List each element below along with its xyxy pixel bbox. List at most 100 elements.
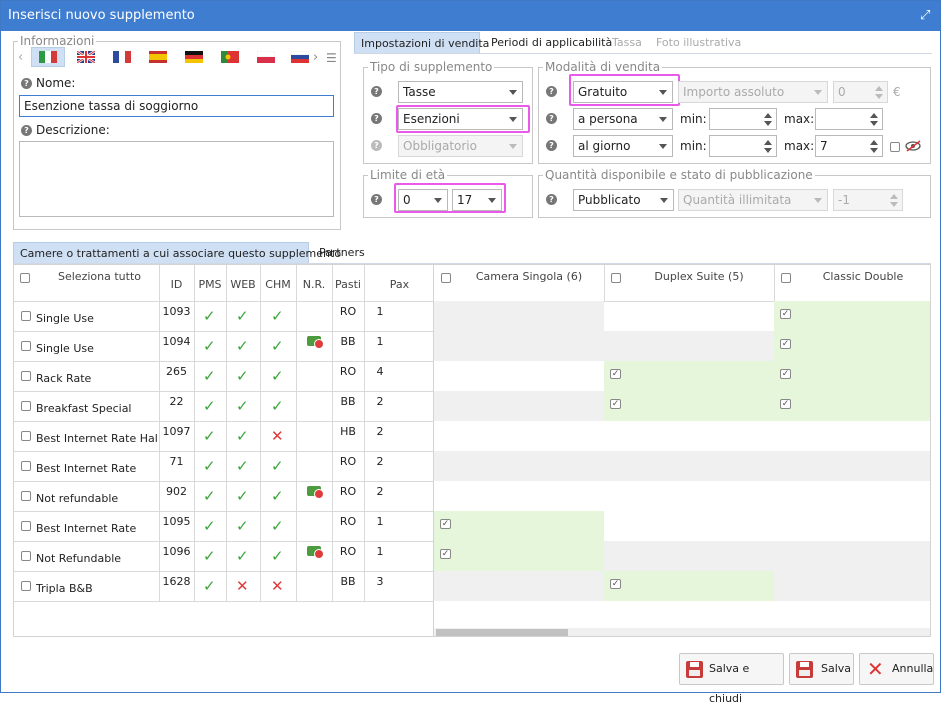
spin-up-icon[interactable] — [764, 113, 772, 118]
select-all-checkbox[interactable] — [20, 273, 30, 283]
min-giorno-input[interactable] — [709, 135, 777, 157]
spin-up-icon[interactable] — [870, 113, 878, 118]
amount-input[interactable]: 0 — [833, 81, 888, 103]
tab-camere[interactable]: Camere o trattamenti a cui associare que… — [13, 242, 341, 263]
persona-select[interactable]: a persona — [573, 108, 673, 130]
esenzioni-help-icon[interactable]: ? — [371, 113, 382, 124]
max-persona-input[interactable] — [815, 108, 883, 130]
spin-down-icon[interactable] — [870, 148, 878, 153]
room-cell-selected — [774, 331, 930, 361]
quantita-legend: Quantità disponibile e stato di pubblica… — [545, 168, 813, 182]
quantita-help-icon[interactable]: ? — [546, 194, 557, 205]
quantita-input[interactable]: -1 — [833, 189, 903, 211]
persona-help-icon[interactable]: ? — [546, 113, 557, 124]
cancel-button[interactable]: ✕ Annulla — [859, 653, 934, 685]
importo-select[interactable]: Importo assoluto — [678, 81, 828, 103]
column-divider — [226, 265, 227, 601]
spin-down-icon[interactable] — [870, 121, 878, 126]
spin-up-icon[interactable] — [764, 140, 772, 145]
list-icon[interactable]: ☰ — [326, 51, 337, 65]
row-checkbox[interactable] — [21, 341, 31, 351]
pubblicato-select[interactable]: Pubblicato — [573, 189, 674, 211]
checked-checkbox[interactable]: ✓ — [780, 369, 791, 379]
row-checkbox[interactable] — [21, 551, 31, 561]
check-icon: ✓ — [236, 427, 249, 445]
dialog-window: Inserisci nuovo supplemento ⤢ Informazio… — [0, 0, 941, 705]
min-persona-input[interactable] — [709, 108, 777, 130]
spin-down-icon[interactable] — [890, 202, 898, 207]
giorno-select[interactable]: al giorno — [573, 135, 673, 157]
checked-checkbox[interactable]: ✓ — [610, 369, 621, 379]
scrollbar-thumb[interactable] — [436, 629, 568, 636]
horizontal-scrollbar[interactable] — [434, 628, 930, 636]
row-checkbox[interactable] — [21, 491, 31, 501]
tab-partners[interactable]: Partners — [313, 242, 371, 263]
modalita-legend: Modalità di vendita — [545, 60, 661, 74]
next-language-icon[interactable]: › — [313, 50, 318, 65]
checked-checkbox[interactable]: ✓ — [610, 399, 621, 409]
room-select-checkbox[interactable] — [781, 273, 791, 283]
check-icon: ✓ — [203, 307, 216, 325]
save-close-button[interactable]: Salva e chiudi — [679, 653, 784, 705]
row-checkbox[interactable] — [21, 461, 31, 471]
expand-icon[interactable]: ⤢ — [920, 9, 934, 23]
russian-flag-icon[interactable] — [290, 50, 310, 63]
spanish-flag-icon[interactable] — [149, 51, 167, 63]
spin-down-icon[interactable] — [764, 148, 772, 153]
obbligatorio-select[interactable]: Obbligatorio — [398, 135, 523, 157]
row-checkbox[interactable] — [21, 401, 31, 411]
checked-checkbox[interactable]: ✓ — [610, 579, 621, 589]
spin-up-icon[interactable] — [890, 194, 898, 199]
name-input[interactable]: Esenzione tassa di soggiorno — [19, 95, 334, 117]
eta-help-icon[interactable]: ? — [371, 194, 382, 205]
german-flag-icon[interactable] — [185, 51, 203, 63]
room-cell-selected — [434, 511, 604, 541]
description-textarea[interactable] — [19, 141, 334, 217]
tab-impostazioni[interactable]: Impostazioni di vendita — [354, 32, 489, 53]
checked-checkbox[interactable]: ✓ — [440, 549, 451, 559]
row-checkbox[interactable] — [21, 311, 31, 321]
tab-periodi[interactable]: Periodi di applicabilità — [485, 32, 618, 53]
room-select-checkbox[interactable] — [611, 273, 621, 283]
spin-up-icon[interactable] — [870, 140, 878, 145]
italian-flag-icon[interactable] — [39, 51, 57, 63]
checked-checkbox[interactable]: ✓ — [440, 519, 451, 529]
tab-foto[interactable]: Foto illustrativa — [650, 32, 747, 53]
spin-down-icon[interactable] — [875, 94, 883, 99]
checked-checkbox[interactable]: ✓ — [780, 309, 791, 319]
room-select-checkbox[interactable] — [441, 273, 451, 283]
tipo-help-icon[interactable]: ? — [371, 86, 382, 97]
prev-language-icon[interactable]: ‹ — [18, 50, 23, 65]
obbligatorio-help-icon[interactable]: ? — [371, 140, 382, 151]
row-checkbox[interactable] — [21, 521, 31, 531]
row-checkbox[interactable] — [21, 431, 31, 441]
checked-checkbox[interactable]: ✓ — [780, 399, 791, 409]
check-icon: ✓ — [203, 517, 216, 535]
room-cell-selected — [774, 361, 930, 391]
tipo-select[interactable]: Tasse — [398, 81, 523, 103]
description-help-icon[interactable]: ? — [21, 125, 32, 136]
hide-checkbox[interactable] — [890, 142, 900, 152]
eta-legend: Limite di età — [370, 168, 446, 182]
tab-tassa[interactable]: Tassa — [606, 32, 648, 53]
checked-checkbox[interactable]: ✓ — [780, 339, 791, 349]
polish-flag-icon[interactable] — [256, 50, 276, 63]
quantita-select[interactable]: Quantità illimitata — [678, 189, 828, 211]
rate-id: 265 — [166, 365, 187, 378]
modalita-help-icon[interactable]: ? — [546, 86, 557, 97]
spin-down-icon[interactable] — [764, 121, 772, 126]
column-header: N.R. — [302, 278, 326, 291]
giorno-help-icon[interactable]: ? — [546, 140, 557, 151]
french-flag-icon[interactable] — [113, 51, 131, 63]
name-help-icon[interactable]: ? — [21, 78, 32, 89]
spin-up-icon[interactable] — [875, 86, 883, 91]
english-flag-icon[interactable] — [76, 49, 96, 65]
row-checkbox[interactable] — [21, 581, 31, 591]
max-giorno-input[interactable]: 7 — [815, 135, 883, 157]
row-checkbox[interactable] — [21, 371, 31, 381]
select-all-label: Seleziona tutto — [58, 270, 141, 283]
portuguese-flag-icon[interactable] — [221, 51, 239, 63]
eye-slash-icon[interactable] — [905, 140, 922, 152]
rate-id: 22 — [169, 395, 184, 408]
save-button[interactable]: Salva — [789, 653, 854, 685]
